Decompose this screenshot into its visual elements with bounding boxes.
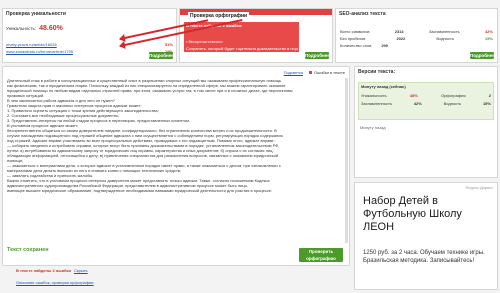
spellcheck-button[interactable]: Проверить орфографию — [299, 248, 343, 262]
version-label-spelling: Орфография — [441, 93, 466, 98]
source-percent-1: 51% — [164, 42, 173, 47]
ad-block[interactable]: Яндекс.Директ Набор Детей в Футбольную Ш… — [354, 182, 498, 290]
editor-toolbar: Подсветка Ошибки в тексте — [284, 70, 345, 75]
version-row-previous[interactable]: Минуту назад — [360, 125, 386, 130]
footer-errors-text: В тексте найдены 2 ошибки — [16, 268, 71, 273]
version-value-spelling: 2 — [488, 93, 491, 98]
uniqueness-value: 48.60% — [39, 25, 63, 32]
versions-title: Версии текста: — [358, 69, 396, 75]
seo-row-3: Количество слов 290 — [340, 43, 388, 48]
uniqueness-panel: Проверка уникальности Уникальность: 48.6… — [2, 8, 177, 63]
editor-status: Текст сохранен — [7, 247, 49, 253]
editor-text-lines: Длительный стаж в работе в консультацион… — [7, 78, 343, 193]
ad-headline[interactable]: Набор Детей в Футбольную Школу ЛЕОН — [363, 195, 493, 234]
seo-value-chars: 2314 — [394, 29, 404, 34]
seo-label-water: Водность — [436, 36, 454, 41]
uniqueness-details-button[interactable]: Подробнее — [149, 52, 174, 59]
version-value-water: 15% — [482, 101, 491, 106]
version-label-spam: Заспамленность — [361, 101, 392, 106]
source-link-1[interactable]: otvety-prava.ru/article/16026 — [6, 42, 57, 47]
editor-scrollbar[interactable] — [345, 78, 348, 243]
uniqueness-label: Уникальность: — [6, 26, 37, 31]
seo-label-chars: Всего символов — [340, 29, 370, 34]
source-link-2[interactable]: www.zanadzhdu.ru/forum/article/1795 — [6, 49, 73, 54]
errors-toggle-label: Ошибки в тексте — [314, 70, 345, 75]
ad-body: 1250 руб. за 2 часа. Обучаем технике игр… — [363, 250, 485, 264]
errors-toggle[interactable]: Ошибки в тексте — [309, 70, 345, 75]
seo-label-words: Количество слов — [340, 43, 372, 48]
seo-details-button[interactable]: Подробнее — [470, 52, 495, 59]
spellcheck-item-1[interactable]: • беспрепятственно — [186, 39, 223, 44]
version-label-water: Водность — [443, 101, 462, 106]
footer-hide-link[interactable]: Скрыть — [74, 268, 88, 273]
uniqueness-title: Проверка уникальности — [6, 11, 66, 17]
seo-title: SEO-анализ текста — [339, 11, 386, 17]
footer-bottom-link[interactable]: Описание ошибок, проверки орфографии — [16, 280, 94, 285]
uniqueness-row: Уникальность: 48.60% — [6, 25, 63, 32]
seo-label-spam: Заспамленность — [428, 29, 460, 34]
footer-errors-row: В тексте найдены 2 ошибки Скрыть — [16, 268, 88, 273]
version-time: Минуту назад (сейчас) — [361, 84, 406, 89]
versions-panel: Версии текста: Минуту назад (сейчас) Уни… — [354, 66, 498, 178]
spellcheck-snippet: Сохранить, который будет тщательно доказ… — [186, 46, 298, 51]
editor-textarea[interactable]: Длительный стаж в работе в консультацион… — [7, 78, 343, 243]
editor-text-line: имеющее высшее юридическое образование, … — [7, 188, 273, 193]
ad-brand: Яндекс.Директ — [465, 185, 493, 190]
seo-value-spam: 42% — [484, 29, 493, 34]
spellcheck-details-button[interactable]: Подробнее — [305, 52, 330, 59]
editor-text-line: юридической помощи по любым видам отдель… — [7, 88, 293, 93]
version-value-spam: 42% — [413, 101, 422, 106]
spellcheck-panel: Проверка орфографии В тексте найдены 2 о… — [179, 8, 333, 63]
version-stats-row-1: Уникальность 48% Орфография 2 — [361, 93, 491, 98]
seo-value-nospace: 2022 — [396, 36, 406, 41]
text-editor-panel: Подсветка Ошибки в тексте Длительный ста… — [2, 66, 350, 266]
seo-label-nospace: Без пробелов — [340, 36, 366, 41]
version-stats-row-2: Заспамленность 42% Водность 15% — [361, 101, 491, 106]
version-label-unique: Уникальность — [361, 93, 387, 98]
version-row-current[interactable]: Минуту назад (сейчас) Уникальность 48% О… — [358, 82, 494, 120]
seo-panel: SEO-анализ текста Всего символов 2314 За… — [335, 8, 498, 63]
version-value-unique: 48% — [409, 93, 418, 98]
seo-row-1: Всего символов 2314 Заспамленность 42% — [340, 29, 493, 34]
highlight-toggle[interactable]: Подсветка — [284, 70, 303, 75]
seo-value-water: 15% — [484, 36, 493, 41]
seo-row-2: Без пробелов 2022 Водность 15% — [340, 36, 493, 41]
errors-color-icon — [309, 71, 312, 74]
seo-value-words: 290 — [381, 43, 389, 48]
